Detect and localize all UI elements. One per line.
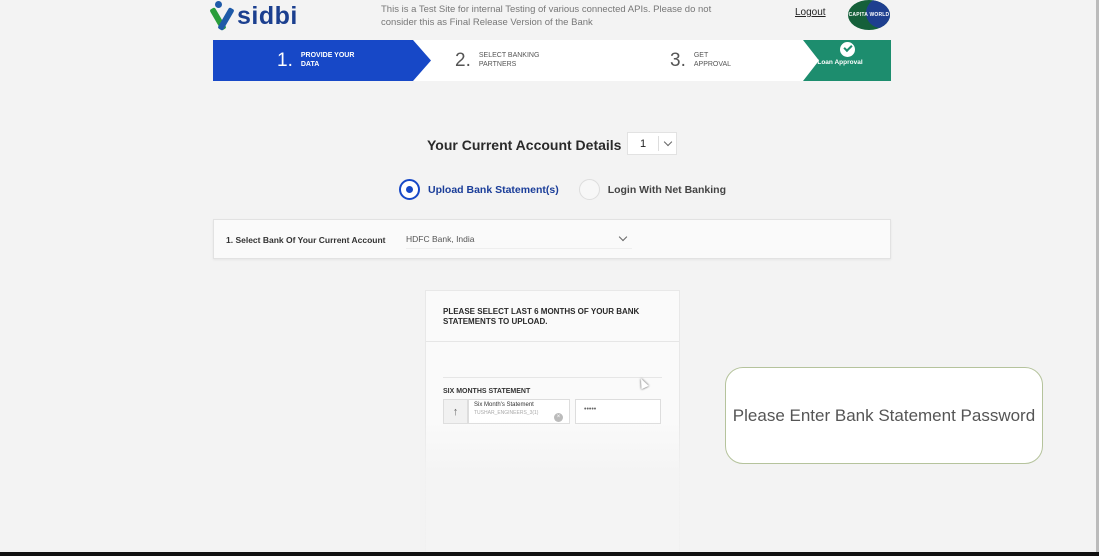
six-months-label: SIX MONTHS STATEMENT: [443, 388, 531, 395]
logout-link[interactable]: Logout: [795, 7, 826, 18]
selected-file: Six Month's Statement TUSHAR_ENGINEERS_3…: [468, 399, 570, 424]
remove-file-icon[interactable]: ×: [554, 413, 563, 422]
upload-arrow-icon[interactable]: ↑: [443, 399, 468, 424]
step-label: Loan Approval: [817, 59, 863, 66]
statement-upload-card: PLEASE SELECT LAST 6 MONTHS OF YOUR BANK…: [425, 290, 680, 556]
step-label: PROVIDE YOUR DATA: [300, 52, 355, 68]
upload-statement-label[interactable]: Upload Bank Statement(s): [428, 184, 559, 196]
bank-select-dropdown[interactable]: HDFC Bank, India: [406, 229, 632, 249]
bank-select-label: 1. Select Bank Of Your Current Account: [226, 235, 386, 245]
net-banking-label[interactable]: Login With Net Banking: [608, 184, 726, 196]
step-select-partners: 2. SELECT BANKING PARTNERS: [435, 40, 635, 81]
upload-statement-radio[interactable]: [399, 179, 420, 200]
method-radio-group: Upload Bank Statement(s) Login With Net …: [399, 179, 726, 200]
partner-badge: CAPITA WORLD: [848, 0, 890, 30]
upload-instructions: PLEASE SELECT LAST 6 MONTHS OF YOUR BANK…: [443, 307, 640, 326]
check-icon: [839, 42, 855, 57]
bank-select-panel: 1. Select Bank Of Your Current Account H…: [213, 219, 891, 259]
chevron-down-icon: [618, 232, 628, 242]
step-number: 2.: [455, 49, 471, 71]
callout-text: Please Enter Bank Statement Password: [732, 405, 1036, 425]
badge-text: CAPITA WORLD: [848, 12, 890, 18]
sidbi-logo[interactable]: sidbi: [209, 0, 298, 32]
logo-text: sidbi: [237, 1, 298, 30]
test-site-notice: This is a Test Site for internal Testing…: [381, 4, 712, 28]
step-get-approval: 3. GET APPROVAL: [650, 40, 800, 81]
step-number: 3.: [670, 49, 686, 71]
statement-password-input[interactable]: •••••: [575, 399, 661, 424]
account-count-select[interactable]: 1: [627, 132, 677, 155]
password-callout: Please Enter Bank Statement Password: [725, 367, 1043, 464]
account-details-title: Your Current Account Details: [427, 137, 622, 153]
step-label: GET APPROVAL: [693, 52, 732, 68]
chevron-down-icon: [663, 137, 673, 147]
bank-select-value: HDFC Bank, India: [406, 233, 475, 244]
account-count-value: 1: [640, 137, 647, 150]
step-number: 1.: [277, 49, 293, 71]
progress-steps: 1. PROVIDE YOUR DATA 2. SELECT BANKING P…: [213, 40, 891, 81]
sidbi-logo-icon: [209, 1, 235, 31]
net-banking-radio[interactable]: [578, 179, 600, 200]
file-label: Six Month's Statement: [474, 402, 534, 408]
step-label: SELECT BANKING PARTNERS: [478, 52, 540, 68]
file-name: TUSHAR_ENGINEERS_3(1): [474, 410, 539, 416]
step-provide-data: 1. PROVIDE YOUR DATA: [213, 40, 431, 81]
step-loan-approval: Loan Approval: [803, 40, 891, 81]
